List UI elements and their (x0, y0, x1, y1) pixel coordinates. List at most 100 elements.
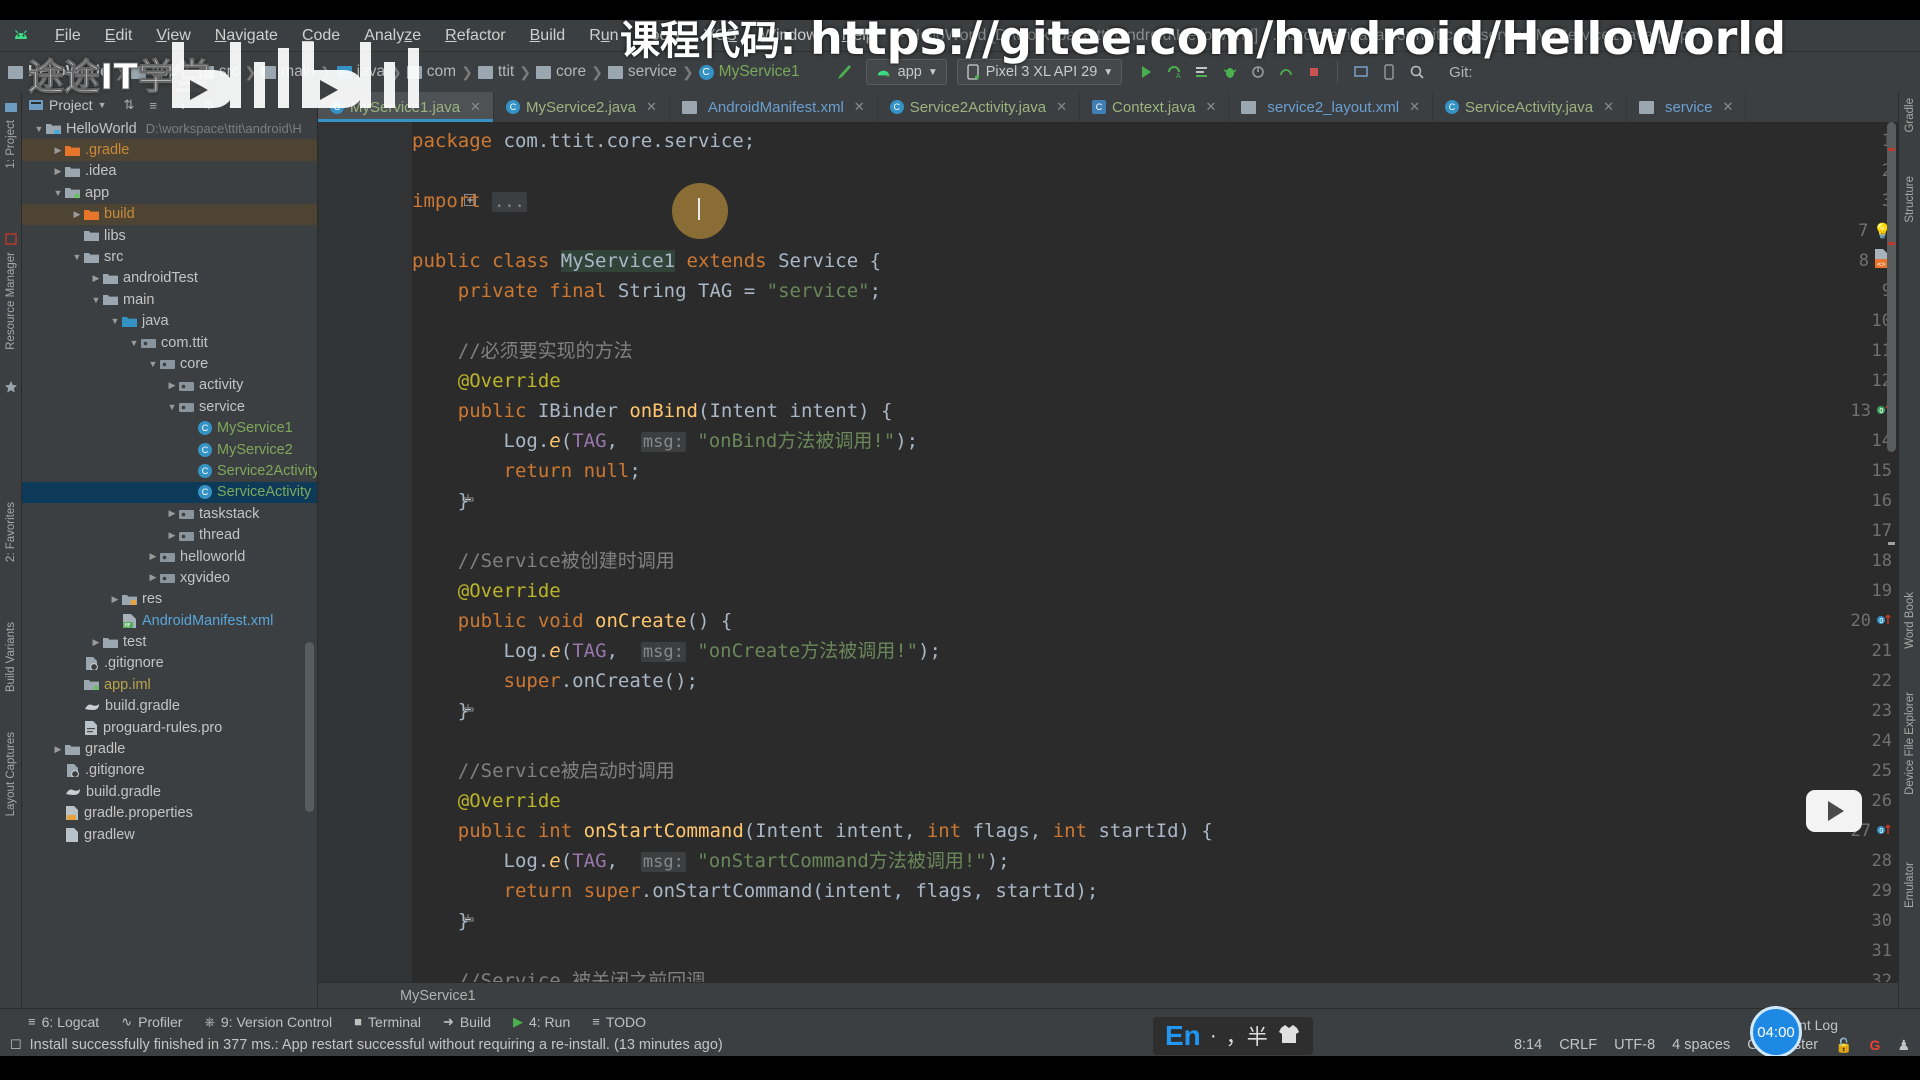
resource-manager-icon[interactable] (4, 232, 18, 246)
close-tab-icon[interactable]: ✕ (646, 99, 657, 115)
editor-fold-column[interactable] (386, 122, 476, 1008)
ime-punctuation-icon[interactable]: · (1210, 1024, 1217, 1048)
menu-run[interactable]: Run (578, 24, 629, 48)
run-icon[interactable] (1135, 61, 1157, 83)
chevron-down-icon[interactable]: ▼ (89, 295, 103, 305)
search-icon[interactable] (1406, 61, 1428, 83)
tree-item-test[interactable]: ▶ test (22, 631, 317, 652)
bottom-tab-terminal[interactable]: ■ Terminal (354, 1014, 421, 1030)
chevron-right-icon[interactable]: ▶ (146, 572, 160, 583)
tree-item-helloworld[interactable]: ▼ HelloWorld D:\workspace\ttit\android\H (22, 118, 317, 139)
tree-item-app[interactable]: ▼ app (22, 182, 317, 203)
sidebar-item-device-file-explorer[interactable]: Device File Explorer (1904, 692, 1916, 795)
sidebar-item-emulator[interactable]: Emulator (1904, 862, 1916, 908)
sidebar-item-gradle[interactable]: Gradle (1904, 98, 1916, 133)
tree-item-proguard-rules-pro[interactable]: proguard-rules.pro (22, 717, 317, 738)
tree-item-libs[interactable]: libs (22, 225, 317, 246)
tree-item-app-iml[interactable]: app.iml (22, 674, 317, 695)
ime-language[interactable]: En (1165, 1022, 1201, 1050)
editor-tab-bar[interactable]: C MyService1.java ✕ C MyService2.java ✕ Androi… (318, 92, 1898, 122)
close-tab-icon[interactable]: ✕ (854, 99, 865, 115)
tree-item-build[interactable]: ▶ build (22, 203, 317, 225)
breadcrumb-item-myservice1[interactable]: MyService1 (719, 63, 800, 81)
chevron-down-icon[interactable]: ▼ (32, 124, 46, 134)
google-icon[interactable]: G (1870, 1037, 1881, 1053)
sidebar-item-build-variants[interactable]: Build Variants (5, 622, 17, 692)
editor-tab-service[interactable]: service ✕ (1627, 92, 1747, 122)
bottom-tab-todo[interactable]: ≡ TODO (592, 1014, 646, 1030)
tree-item-main[interactable]: ▼ main (22, 289, 317, 310)
tree-item-thread[interactable]: ▶ thread (22, 524, 317, 545)
favorites-star-icon[interactable] (4, 380, 18, 394)
breadcrumb-item-java[interactable]: java (357, 63, 385, 81)
menu-refactor[interactable]: Refactor (434, 24, 516, 48)
tree-item-serviceactivity[interactable]: C ServiceActivity (22, 481, 317, 504)
breadcrumb-item-service[interactable]: service (628, 63, 677, 81)
tree-item-gradle-properties[interactable]: gradle.properties (22, 803, 317, 824)
chevron-right-icon[interactable]: ▶ (165, 380, 179, 391)
close-tab-icon[interactable]: ✕ (470, 99, 481, 115)
editor-tab-service2activity-java[interactable]: C Service2Activity.java ✕ (878, 92, 1081, 122)
error-stripe-mark[interactable] (1888, 242, 1895, 245)
expand-all-icon[interactable]: ≡ (149, 98, 157, 113)
chevron-down-icon[interactable]: ▼ (51, 188, 65, 198)
tree-item--gradle[interactable]: ▶ .gradle (22, 139, 317, 161)
menu-window[interactable]: Window (750, 24, 829, 48)
tree-item-core[interactable]: ▼ core (22, 353, 317, 374)
tree-item-src[interactable]: ▼ src (22, 246, 317, 267)
menu-edit[interactable]: Edit (94, 24, 144, 48)
tree-item-androidmanifest-xml[interactable]: MF AndroidManifest.xml (22, 610, 317, 631)
tree-item-service2activity[interactable]: C Service2Activity (22, 460, 317, 481)
close-tab-icon[interactable]: ✕ (1722, 99, 1733, 115)
chevron-right-icon[interactable]: ▶ (89, 637, 103, 648)
chevron-down-icon[interactable]: ▼ (146, 359, 160, 369)
sidebar-item-project[interactable]: 1: Project (5, 120, 17, 169)
editor-tab-context-java[interactable]: C Context.java ✕ (1080, 92, 1230, 122)
tree-item-activity[interactable]: ▶ activity (22, 375, 317, 396)
chevron-down-icon[interactable]: ▼ (108, 316, 122, 326)
breadcrumb-item-ttit[interactable]: ttit (498, 63, 514, 81)
attach-debugger-icon[interactable] (1247, 61, 1269, 83)
stop-icon[interactable] (1303, 61, 1325, 83)
sidebar-item-layout-captures[interactable]: Layout Captures (5, 732, 17, 816)
sdk-manager-icon[interactable] (1350, 61, 1372, 83)
tree-item-gradlew[interactable]: gradlew (22, 824, 317, 845)
bottom-tab-4-run[interactable]: ▶ 4: Run (513, 1014, 570, 1030)
sidebar-item-word-book[interactable]: Word Book (1904, 592, 1916, 649)
collapse-all-icon[interactable]: ⇅ (124, 97, 135, 113)
build-hammer-icon[interactable] (833, 61, 855, 83)
menu-navigate[interactable]: Navigate (204, 24, 289, 48)
chevron-right-icon[interactable]: ▶ (165, 508, 179, 519)
tree-item--gitignore[interactable]: .gitignore (22, 653, 317, 674)
editor-breadcrumb[interactable]: MyService1 (318, 982, 1898, 1008)
tree-item--gitignore[interactable]: .gitignore (22, 760, 317, 781)
caret-position[interactable]: 8:14 (1514, 1037, 1542, 1053)
chevron-down-icon[interactable]: ▼ (70, 252, 84, 262)
chevron-right-icon[interactable]: ▶ (108, 594, 122, 605)
tree-item-myservice2[interactable]: C MyService2 (22, 439, 317, 460)
debug-icon[interactable]: A (1163, 61, 1185, 83)
device-selector[interactable]: Pixel 3 XL API 29 ▼ (956, 59, 1123, 85)
avd-manager-icon[interactable] (1378, 61, 1400, 83)
apply-changes-icon[interactable] (1191, 61, 1213, 83)
tree-item-androidtest[interactable]: ▶ androidTest (22, 268, 317, 289)
hide-icon[interactable]: – (230, 98, 237, 113)
bottom-tab-build[interactable]: ➜ Build (443, 1014, 491, 1030)
tree-item--idea[interactable]: ▶ .idea (22, 161, 317, 182)
editor-tab-serviceactivity-java[interactable]: C ServiceActivity.java ✕ (1433, 92, 1627, 122)
tree-item-helloworld[interactable]: ▶ helloworld (22, 546, 317, 567)
bottom-tab-profiler[interactable]: ∿ Profiler (121, 1014, 182, 1030)
shirt-icon[interactable] (1277, 1023, 1301, 1050)
file-encoding[interactable]: UTF-8 (1614, 1037, 1655, 1053)
chevron-down-icon[interactable]: ▼ (98, 100, 107, 110)
code-text[interactable]: package com.ttit.core.service; import ...… (412, 122, 1898, 1008)
breadcrumb-item-core[interactable]: core (556, 63, 586, 81)
sidebar-item-favorites[interactable]: 2: Favorites (5, 502, 17, 562)
inspector-icon[interactable]: ♟ (1897, 1037, 1910, 1054)
tree-item-myservice1[interactable]: C MyService1 (22, 417, 317, 438)
tree-item-gradle[interactable]: ▶ gradle (22, 738, 317, 759)
bottom-tab-6-logcat[interactable]: ≡ 6: Logcat (28, 1014, 99, 1030)
editor-tab-androidmanifest-xml[interactable]: AndroidManifest.xml ✕ (670, 92, 878, 122)
chevron-right-icon[interactable]: ▶ (89, 273, 103, 284)
tree-item-build-gradle[interactable]: build.gradle (22, 781, 317, 802)
